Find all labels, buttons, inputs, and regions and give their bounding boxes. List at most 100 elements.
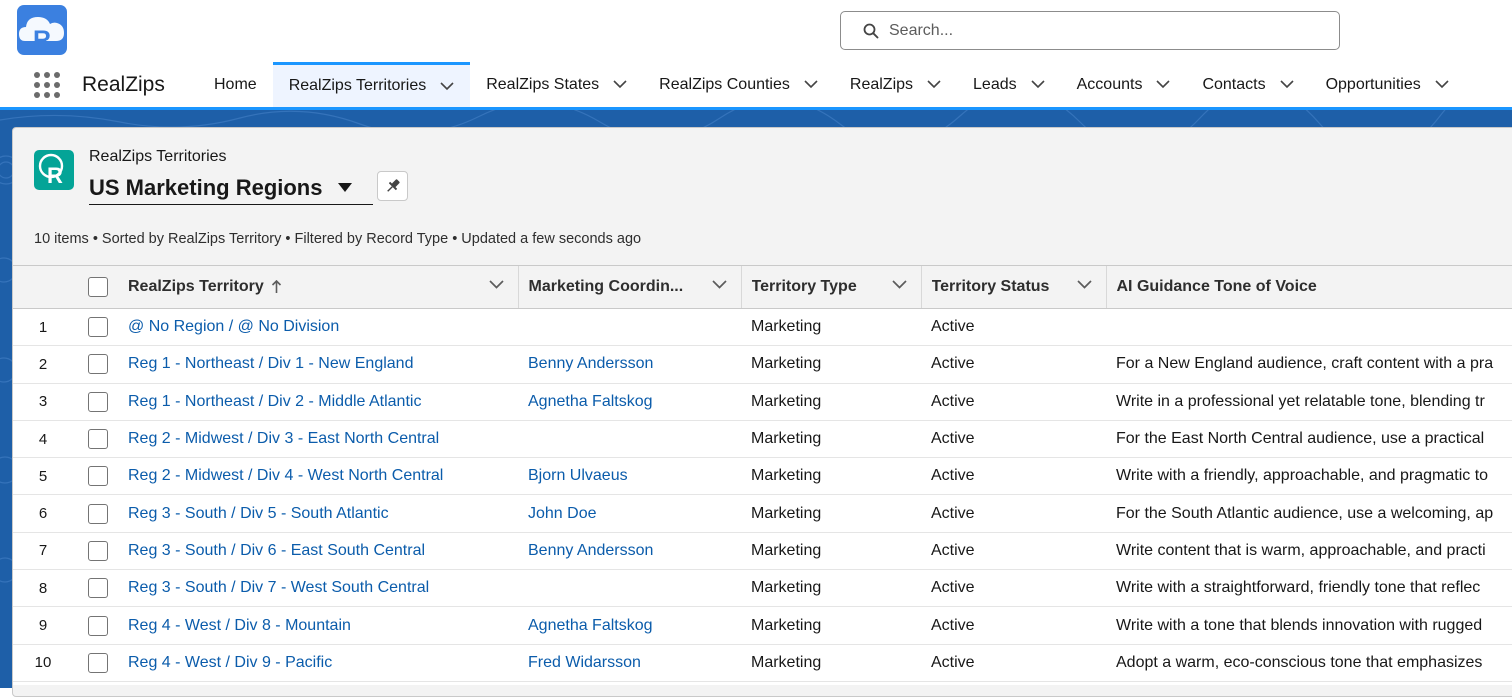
territory-link[interactable]: Reg 3 - South / Div 5 - South Atlantic [128, 505, 389, 522]
tone-of-voice-cell: Write in a professional yet relatable to… [1106, 383, 1512, 421]
chevron-down-icon[interactable] [711, 280, 727, 289]
territory-type-cell: Marketing [741, 420, 921, 459]
coordinator-link[interactable]: Fred Widarsson [528, 654, 641, 671]
chevron-down-icon[interactable] [488, 280, 504, 289]
list-view-picker[interactable]: US Marketing Regions [89, 171, 373, 205]
chevron-down-icon[interactable] [1031, 80, 1045, 89]
territory-link[interactable]: Reg 4 - West / Div 8 - Mountain [128, 617, 351, 634]
territory-link[interactable]: Reg 4 - West / Div 9 - Pacific [128, 654, 332, 671]
row-checkbox[interactable] [88, 317, 108, 338]
global-search[interactable] [840, 11, 1340, 50]
column-header-coordinator[interactable]: Marketing Coordin... [517, 265, 741, 309]
list-summary: 10 items • Sorted by RealZips Territory … [34, 231, 642, 247]
table-body: 1 @ No Region / @ No Division Marketing Act… [13, 308, 1512, 682]
territory-link[interactable]: Reg 3 - South / Div 6 - East South Centr… [128, 542, 425, 559]
nav-tab-realzips-territories[interactable]: RealZips Territories [272, 62, 471, 107]
column-header-status[interactable]: Territory Status [920, 265, 1106, 309]
territory-cell: Reg 3 - South / Div 6 - East South Centr… [118, 532, 518, 571]
chevron-down-icon[interactable] [613, 80, 627, 89]
chevron-down-icon[interactable] [927, 80, 941, 89]
territory-link[interactable]: Reg 3 - South / Div 7 - West South Centr… [128, 579, 429, 596]
chevron-down-icon[interactable] [1076, 280, 1092, 289]
object-label: RealZips Territories [89, 148, 227, 165]
territory-cell: @ No Region / @ No Division [118, 308, 518, 347]
column-header-type[interactable]: Territory Type [740, 265, 921, 309]
row-checkbox[interactable] [88, 466, 108, 487]
nav-tab-leads[interactable]: Leads [957, 62, 1061, 107]
row-checkbox[interactable] [88, 615, 108, 636]
territory-link[interactable]: Reg 2 - Midwest / Div 3 - East North Cen… [128, 430, 439, 447]
nav-tab-contacts[interactable]: Contacts [1186, 62, 1309, 107]
coordinator-link[interactable]: Agnetha Faltskog [528, 393, 653, 410]
chevron-down-icon[interactable] [1156, 80, 1171, 89]
chevron-down-icon[interactable] [1435, 80, 1449, 89]
sort-ascending-icon[interactable] [271, 280, 282, 294]
nav-tab-label: RealZips Counties [659, 75, 790, 93]
territory-type-cell: Marketing [741, 532, 921, 571]
row-number: 10 [13, 644, 73, 682]
nav-tab-opportunities[interactable]: Opportunities [1310, 62, 1465, 107]
row-checkbox[interactable] [88, 391, 108, 412]
territory-cell: Reg 3 - South / Div 5 - South Atlantic [118, 494, 518, 533]
nav-tab-home[interactable]: Home [198, 62, 273, 107]
nav-tab-label: RealZips Territories [288, 77, 427, 94]
chevron-down-icon[interactable] [1280, 80, 1294, 89]
records-table: RealZips Territory Marketing Coordin... [13, 265, 1512, 685]
nav-tab-realzips-counties[interactable]: RealZips Counties [643, 62, 834, 107]
row-checkbox[interactable] [88, 429, 108, 450]
list-view-card: R RealZips Territories US Marketing Regi… [12, 127, 1512, 697]
territory-link[interactable]: @ No Region / @ No Division [128, 318, 339, 335]
nav-tab-label: Accounts [1076, 75, 1143, 93]
chevron-down-icon[interactable] [440, 81, 454, 91]
row-checkbox[interactable] [88, 578, 108, 599]
table-header-row: RealZips Territory Marketing Coordin... [13, 265, 1512, 309]
row-checkbox[interactable] [88, 540, 108, 561]
column-header-territory[interactable]: RealZips Territory [118, 265, 518, 309]
coordinator-link[interactable]: Benny Andersson [528, 542, 653, 559]
list-view-title: US Marketing Regions [89, 174, 323, 200]
coordinator-cell [518, 308, 741, 347]
territory-link[interactable]: Reg 1 - Northeast / Div 2 - Middle Atlan… [128, 393, 421, 410]
row-checkbox[interactable] [88, 652, 108, 673]
territory-status-cell: Active [921, 457, 1106, 496]
row-number: 8 [13, 569, 73, 608]
coordinator-link[interactable]: John Doe [528, 505, 597, 522]
coordinator-link[interactable]: Benny Andersson [528, 355, 653, 372]
select-all-checkbox[interactable] [88, 277, 108, 297]
pin-list-view-button[interactable] [377, 171, 408, 201]
territory-type-cell: Marketing [741, 606, 921, 645]
nav-tab-label: Contacts [1202, 75, 1266, 93]
territory-link[interactable]: Reg 1 - Northeast / Div 1 - New England [128, 355, 413, 372]
row-number: 5 [13, 457, 73, 496]
nav-tab-realzips[interactable]: RealZips [834, 62, 957, 107]
nav-tab-accounts[interactable]: Accounts [1061, 62, 1187, 107]
search-input[interactable] [889, 17, 1319, 44]
column-header-tone[interactable]: AI Guidance Tone of Voice [1105, 265, 1512, 309]
table-row: 3 Reg 1 - Northeast / Div 2 - Middle Atla… [13, 383, 1512, 421]
row-checkbox[interactable] [88, 354, 108, 375]
app-launcher-icon[interactable] [33, 71, 61, 99]
caret-down-icon[interactable] [338, 183, 353, 192]
chevron-down-icon[interactable] [804, 80, 818, 89]
nav-tab-label: Leads [973, 75, 1017, 93]
territory-cell: Reg 1 - Northeast / Div 1 - New England [118, 345, 518, 384]
territory-type-cell: Marketing [741, 345, 921, 384]
nav-tab-realzips-states[interactable]: RealZips States [470, 62, 643, 107]
table-row: 6 Reg 3 - South / Div 5 - South Atlantic J… [13, 494, 1512, 533]
coordinator-link[interactable]: Bjorn Ulvaeus [528, 467, 628, 484]
territory-status-cell: Active [921, 345, 1106, 384]
coordinator-cell: Agnetha Faltskog [518, 383, 741, 421]
realzips-logo-icon[interactable]: R [17, 5, 67, 55]
row-select-cell [73, 569, 118, 608]
chevron-down-icon[interactable] [891, 280, 907, 289]
column-header-label: Marketing Coordin... [528, 278, 684, 295]
app-name: RealZips [82, 73, 165, 96]
territory-status-cell: Active [921, 494, 1106, 533]
territory-cell: Reg 2 - Midwest / Div 4 - West North Cen… [118, 457, 518, 496]
territory-link[interactable]: Reg 2 - Midwest / Div 4 - West North Cen… [128, 467, 443, 484]
nav-tab-label: RealZips States [486, 75, 600, 93]
row-checkbox[interactable] [88, 503, 108, 524]
table-row: 4 Reg 2 - Midwest / Div 3 - East North Ce… [13, 420, 1512, 459]
coordinator-link[interactable]: Agnetha Faltskog [528, 617, 653, 634]
table-row: 1 @ No Region / @ No Division Marketing Act… [13, 308, 1512, 347]
